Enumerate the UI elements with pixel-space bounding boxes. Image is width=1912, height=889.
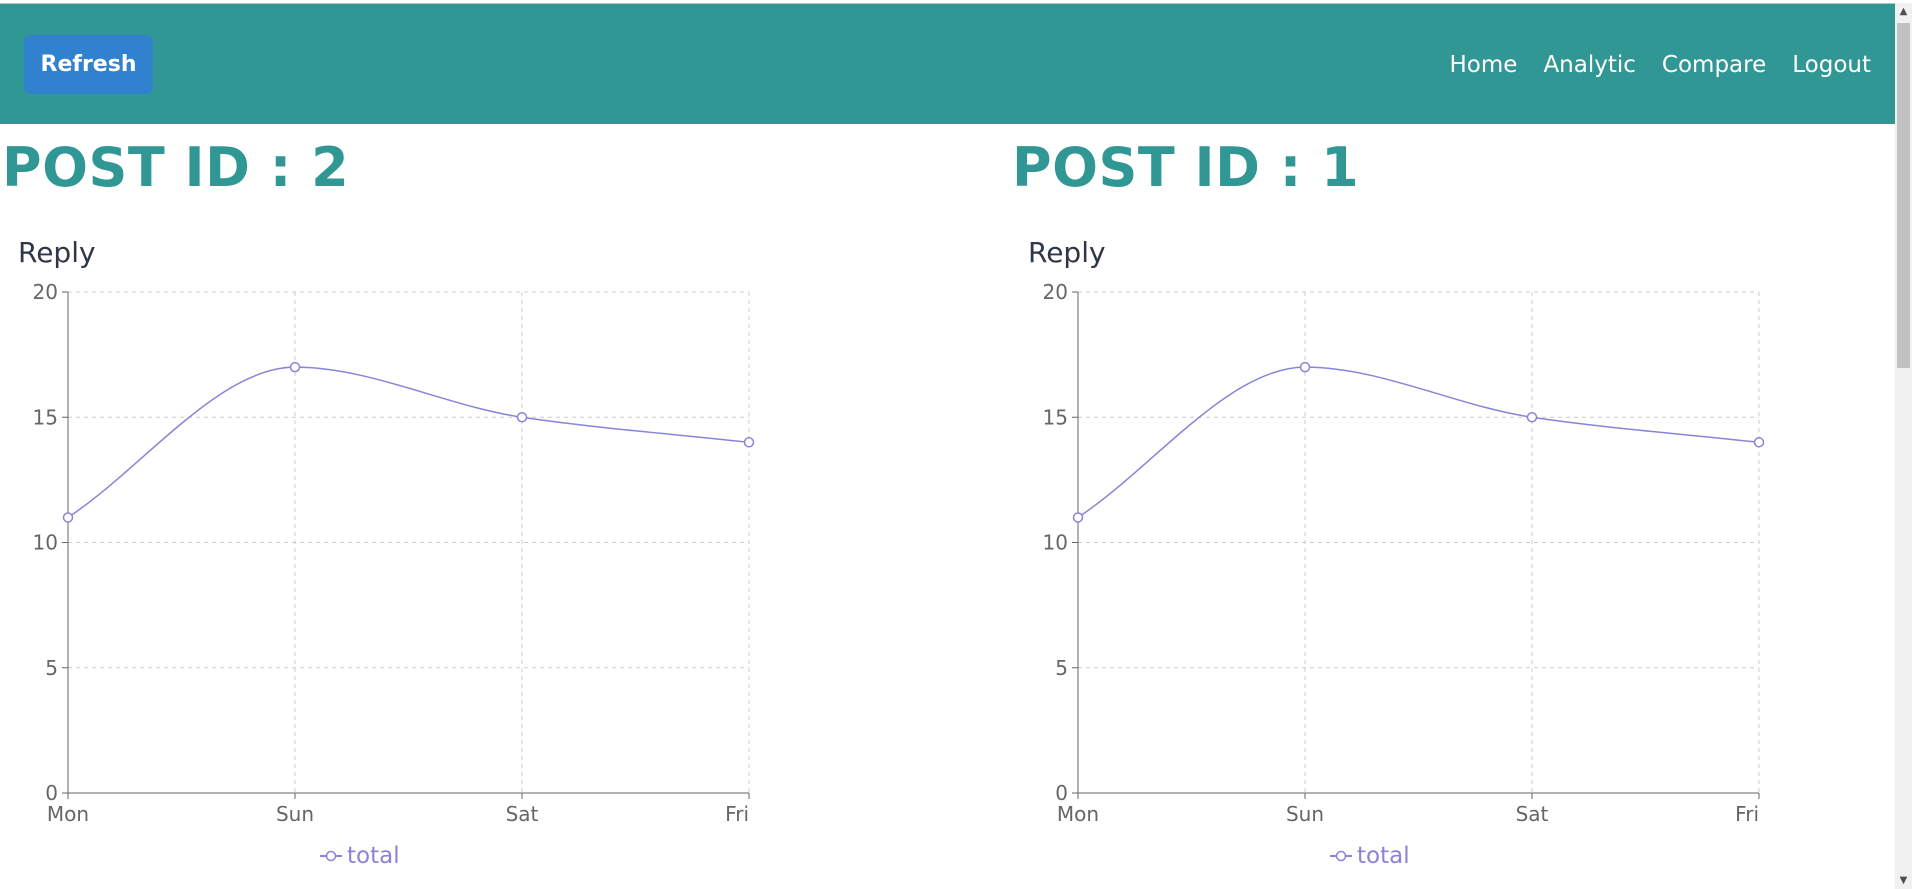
- y-tick-label: 5: [1055, 656, 1068, 680]
- x-tick-label: Mon: [47, 802, 89, 826]
- app-viewport: Refresh Home Analytic Compare Logout POS…: [0, 0, 1912, 889]
- series-line-total: [1077, 366, 1760, 519]
- y-tick-label: 10: [33, 531, 58, 555]
- top-navbar: Refresh Home Analytic Compare Logout: [0, 3, 1895, 124]
- scroll-down-arrow-icon[interactable]: ▼: [1895, 872, 1912, 889]
- data-point[interactable]: [1072, 512, 1084, 523]
- data-point[interactable]: [1526, 412, 1538, 423]
- data-point[interactable]: [1753, 437, 1765, 448]
- main-nav: Home Analytic Compare Logout: [1450, 4, 1871, 125]
- legend-label: total: [347, 843, 400, 869]
- vertical-scrollbar[interactable]: ▲ ▼: [1895, 3, 1912, 889]
- series-line-total: [67, 366, 750, 519]
- x-tick-label: Mon: [1057, 802, 1099, 826]
- x-tick-label: Fri: [1735, 802, 1759, 826]
- chart-grid: [1078, 291, 1760, 793]
- reply-line-chart-2: 05101520Mon Sun Sat Fri: [1043, 280, 1765, 826]
- legend-line-icon: [320, 850, 342, 862]
- post-title-1: POST ID : 2: [2, 136, 350, 199]
- y-tick-label: 5: [45, 656, 58, 680]
- data-point[interactable]: [62, 512, 74, 523]
- legend-line-icon: [1330, 850, 1352, 862]
- data-point[interactable]: [743, 437, 755, 448]
- data-point[interactable]: [516, 412, 528, 423]
- data-point[interactable]: [289, 361, 301, 373]
- scrollbar-thumb[interactable]: [1897, 23, 1910, 368]
- nav-analytic-link[interactable]: Analytic: [1543, 52, 1635, 78]
- y-tick-label: 10: [1043, 531, 1068, 555]
- x-tick-label: Fri: [725, 802, 749, 826]
- post-title-2: POST ID : 1: [1012, 136, 1360, 199]
- y-tick-label: 15: [1043, 405, 1068, 429]
- chart-title-2: Reply: [1028, 236, 1106, 269]
- chart-title-1: Reply: [18, 236, 96, 269]
- chart-legend-1[interactable]: total: [319, 843, 400, 869]
- nav-compare-link[interactable]: Compare: [1662, 52, 1766, 78]
- x-tick-label: Sat: [506, 802, 539, 826]
- y-tick-label: 15: [33, 405, 58, 429]
- legend-label: total: [1357, 843, 1410, 869]
- x-tick-label: Sun: [1286, 802, 1324, 826]
- x-tick-label: Sun: [276, 802, 314, 826]
- chart-legend-2[interactable]: total: [1329, 843, 1410, 869]
- data-point[interactable]: [1299, 361, 1311, 373]
- reply-line-chart-1: 05101520Mon Sun Sat Fri: [33, 280, 755, 826]
- y-tick-label: 20: [33, 280, 58, 304]
- x-tick-label: Sat: [1516, 802, 1549, 826]
- refresh-button[interactable]: Refresh: [24, 35, 153, 94]
- y-tick-label: 20: [1043, 280, 1068, 304]
- chart-grid: [68, 291, 750, 793]
- nav-home-link[interactable]: Home: [1450, 52, 1518, 78]
- nav-logout-link[interactable]: Logout: [1792, 52, 1871, 78]
- scroll-up-arrow-icon[interactable]: ▲: [1895, 3, 1912, 20]
